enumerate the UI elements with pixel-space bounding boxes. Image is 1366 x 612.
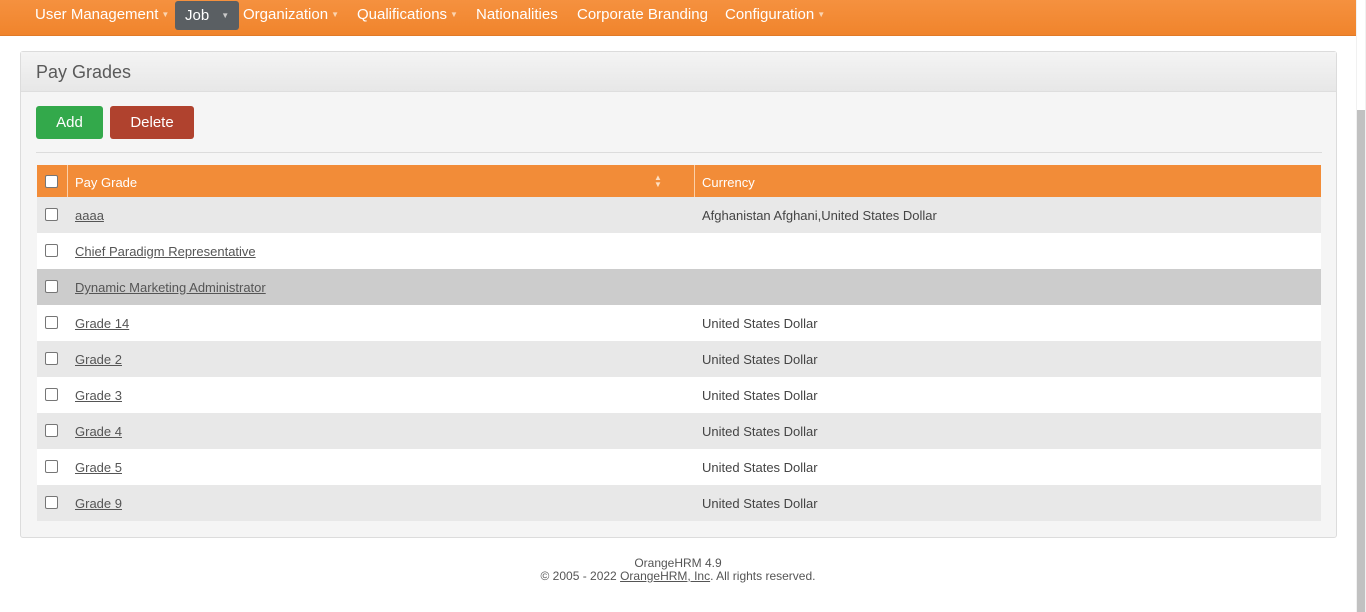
- column-header-pay-grade[interactable]: Pay Grade: [75, 165, 137, 197]
- panel-header: Pay Grades: [21, 52, 1336, 92]
- column-header-currency: Currency: [702, 175, 755, 190]
- row-checkbox[interactable]: [45, 316, 58, 329]
- row-checkbox[interactable]: [45, 388, 58, 401]
- table-row: aaaa Afghanistan Afghani,United States D…: [37, 197, 1321, 233]
- company-link[interactable]: OrangeHRM, Inc: [620, 569, 710, 583]
- nav-item-job[interactable]: Job ▼: [175, 1, 240, 30]
- scrollbar-thumb[interactable]: [1357, 110, 1365, 612]
- table-row: Dynamic Marketing Administrator: [37, 269, 1321, 305]
- caret-down-icon: ▼: [221, 11, 230, 20]
- divider: [36, 152, 1322, 153]
- row-checkbox[interactable]: [45, 460, 58, 473]
- row-checkbox[interactable]: [45, 244, 58, 257]
- page-footer: OrangeHRM 4.9 © 2005 - 2022 OrangeHRM, I…: [0, 557, 1356, 583]
- nav-item-organization[interactable]: Organization ▼: [243, 0, 339, 30]
- pay-grades-panel: Pay Grades Add Delete Pay Grade ▲ ▼ Curre…: [20, 51, 1337, 538]
- sort-arrows-icon[interactable]: ▲ ▼: [654, 174, 662, 189]
- row-checkbox[interactable]: [45, 496, 58, 509]
- nav-item-label: Qualifications: [357, 6, 448, 23]
- nav-item-label: Job: [185, 7, 210, 24]
- nav-item-qualifications[interactable]: Qualifications ▼: [357, 0, 458, 30]
- nav-item-user-management[interactable]: User Management ▼: [35, 0, 169, 30]
- pay-grade-link[interactable]: Grade 14: [75, 316, 129, 331]
- nav-item-label: Corporate Branding: [577, 6, 708, 23]
- add-button[interactable]: Add: [36, 106, 103, 139]
- currency-cell: Afghanistan Afghani,United States Dollar: [702, 208, 937, 223]
- currency-cell: United States Dollar: [702, 460, 818, 475]
- currency-cell: United States Dollar: [702, 496, 818, 511]
- currency-cell: United States Dollar: [702, 352, 818, 367]
- pay-grade-link[interactable]: Grade 9: [75, 496, 122, 511]
- page-scrollbar[interactable]: [1356, 0, 1366, 612]
- nav-item-label: Configuration: [725, 6, 815, 23]
- top-navigation-bar: User Management ▼ Job ▼ Organization ▼ Qual…: [0, 0, 1356, 36]
- pay-grade-link[interactable]: aaaa: [75, 208, 104, 223]
- column-separator: [67, 165, 68, 197]
- pay-grade-link[interactable]: Grade 2: [75, 352, 122, 367]
- table-header: Pay Grade ▲ ▼ Currency: [37, 165, 1321, 197]
- column-separator: [694, 165, 695, 197]
- pay-grade-link[interactable]: Dynamic Marketing Administrator: [75, 280, 266, 295]
- row-checkbox[interactable]: [45, 208, 58, 221]
- row-checkbox[interactable]: [45, 424, 58, 437]
- nav-item-corporate-branding[interactable]: Corporate Branding: [577, 0, 708, 30]
- pay-grade-link[interactable]: Grade 3: [75, 388, 122, 403]
- row-checkbox[interactable]: [45, 280, 58, 293]
- caret-down-icon: ▼: [817, 10, 826, 19]
- nav-item-label: Nationalities: [476, 6, 558, 23]
- table-row: Grade 2 United States Dollar: [37, 341, 1321, 377]
- footer-copyright: © 2005 - 2022 OrangeHRM, Inc. All rights…: [0, 570, 1356, 583]
- pay-grade-link[interactable]: Grade 5: [75, 460, 122, 475]
- select-all-checkbox[interactable]: [45, 175, 58, 188]
- nav-item-label: User Management: [35, 6, 159, 23]
- pay-grade-link[interactable]: Chief Paradigm Representative: [75, 244, 256, 259]
- nav-item-configuration[interactable]: Configuration ▼: [725, 0, 825, 30]
- currency-cell: United States Dollar: [702, 316, 818, 331]
- currency-cell: United States Dollar: [702, 388, 818, 403]
- delete-button[interactable]: Delete: [110, 106, 194, 139]
- pay-grades-table: Pay Grade ▲ ▼ Currency aaaa Afghanistan A…: [37, 165, 1321, 521]
- row-checkbox[interactable]: [45, 352, 58, 365]
- table-row: Grade 5 United States Dollar: [37, 449, 1321, 485]
- table-row: Grade 14 United States Dollar: [37, 305, 1321, 341]
- table-row: Chief Paradigm Representative: [37, 233, 1321, 269]
- nav-item-label: Organization: [243, 6, 329, 23]
- copyright-prefix: © 2005 - 2022: [540, 569, 621, 583]
- caret-down-icon: ▼: [161, 10, 170, 19]
- table-row: Grade 3 United States Dollar: [37, 377, 1321, 413]
- pay-grade-link[interactable]: Grade 4: [75, 424, 122, 439]
- table-row: Grade 4 United States Dollar: [37, 413, 1321, 449]
- caret-down-icon: ▼: [331, 10, 339, 19]
- caret-down-icon: ▼: [450, 10, 458, 19]
- copyright-suffix: . All rights reserved.: [710, 569, 816, 583]
- table-row: Grade 9 United States Dollar: [37, 485, 1321, 521]
- scrollbar-track: [1357, 0, 1365, 110]
- nav-item-nationalities[interactable]: Nationalities: [476, 0, 558, 30]
- page-title: Pay Grades: [36, 62, 132, 82]
- currency-cell: United States Dollar: [702, 424, 818, 439]
